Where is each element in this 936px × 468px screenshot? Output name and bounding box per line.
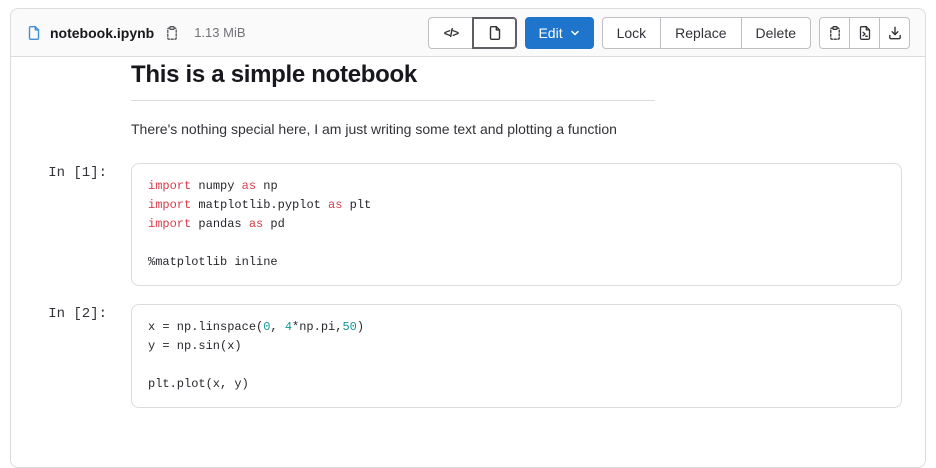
copy-file-path-button[interactable] — [162, 23, 182, 43]
lock-button[interactable]: Lock — [602, 17, 662, 49]
code-block[interactable]: import numpy as npimport matplotlib.pypl… — [131, 163, 902, 286]
markdown-cell: This is a simple notebook There's nothin… — [11, 61, 925, 139]
display-rendered-button[interactable] — [472, 17, 517, 49]
download-icon — [887, 25, 903, 41]
file-icon — [487, 25, 503, 41]
code-token: np — [256, 179, 278, 193]
code-line: plt.plot(x, y) — [148, 375, 885, 394]
code-icon: </> — [444, 26, 458, 40]
heading-rule — [131, 100, 655, 101]
code-line: x = np.linspace(0, 4*np.pi,50) — [148, 318, 885, 337]
view-toggle-group: </> — [428, 17, 517, 49]
cell-gutter — [11, 61, 131, 139]
file-code-icon — [857, 25, 873, 41]
code-line: y = np.sin(x) — [148, 337, 885, 356]
code-token: 50 — [342, 320, 356, 334]
file-utility-group — [819, 17, 910, 49]
copy-file-contents-button[interactable] — [819, 17, 850, 49]
code-token: numpy — [191, 179, 241, 193]
code-token: as — [328, 198, 342, 212]
code-line: import matplotlib.pyplot as plt — [148, 196, 885, 215]
file-name: notebook.ipynb — [50, 25, 154, 41]
code-block[interactable]: x = np.linspace(0, 4*np.pi,50)y = np.sin… — [131, 304, 902, 408]
open-raw-button[interactable] — [849, 17, 880, 49]
copy-to-clipboard-icon — [827, 25, 843, 41]
code-cell: In [2]: x = np.linspace(0, 4*np.pi,50)y … — [11, 304, 925, 408]
code-token: import — [148, 198, 191, 212]
code-token: plt — [342, 198, 371, 212]
code-line: %matplotlib inline — [148, 253, 885, 272]
code-token: pandas — [191, 217, 249, 231]
notebook-content: This is a simple notebook There's nothin… — [11, 57, 925, 432]
code-line — [148, 234, 885, 253]
download-button[interactable] — [879, 17, 910, 49]
code-token: *np.pi, — [292, 320, 342, 334]
code-token: import — [148, 217, 191, 231]
edit-label: Edit — [538, 25, 562, 41]
chevron-down-icon — [569, 27, 581, 39]
code-line — [148, 356, 885, 375]
code-token: ) — [357, 320, 364, 334]
cell-prompt: In [2]: — [11, 304, 131, 408]
code-line: import numpy as np — [148, 177, 885, 196]
code-token: %matplotlib inline — [148, 255, 278, 269]
code-token: matplotlib.pyplot — [191, 198, 328, 212]
replace-button[interactable]: Replace — [660, 17, 741, 49]
file-size: 1.13 MiB — [194, 25, 245, 40]
code-token: pd — [263, 217, 285, 231]
file-header: notebook.ipynb 1.13 MiB </> — [11, 9, 925, 57]
edit-dropdown-button[interactable]: Edit — [525, 17, 593, 49]
delete-button[interactable]: Delete — [741, 17, 811, 49]
file-title-area: notebook.ipynb 1.13 MiB — [26, 23, 246, 43]
code-token: , — [270, 320, 284, 334]
copy-to-clipboard-icon — [164, 25, 180, 41]
code-token: 4 — [285, 320, 292, 334]
display-source-button[interactable]: </> — [428, 17, 473, 49]
code-cell: In [1]: import numpy as npimport matplot… — [11, 163, 925, 286]
file-action-group: Lock Replace Delete — [602, 17, 811, 49]
code-line: import pandas as pd — [148, 215, 885, 234]
file-actions: </> Edit — [428, 17, 910, 49]
code-token: plt.plot(x, y) — [148, 377, 249, 391]
markdown-body: This is a simple notebook There's nothin… — [131, 61, 655, 139]
notebook-heading: This is a simple notebook — [131, 61, 655, 89]
document-icon — [26, 25, 42, 41]
cell-prompt: In [1]: — [11, 163, 131, 286]
notebook-paragraph: There's nothing special here, I am just … — [131, 119, 655, 139]
code-token: as — [249, 217, 263, 231]
file-viewer: notebook.ipynb 1.13 MiB </> — [10, 8, 926, 468]
notebook-cells: In [1]: import numpy as npimport matplot… — [11, 163, 925, 408]
code-token: y = np.sin(x) — [148, 339, 242, 353]
code-token: x = np.linspace( — [148, 320, 263, 334]
code-token: as — [242, 179, 256, 193]
code-token: import — [148, 179, 191, 193]
